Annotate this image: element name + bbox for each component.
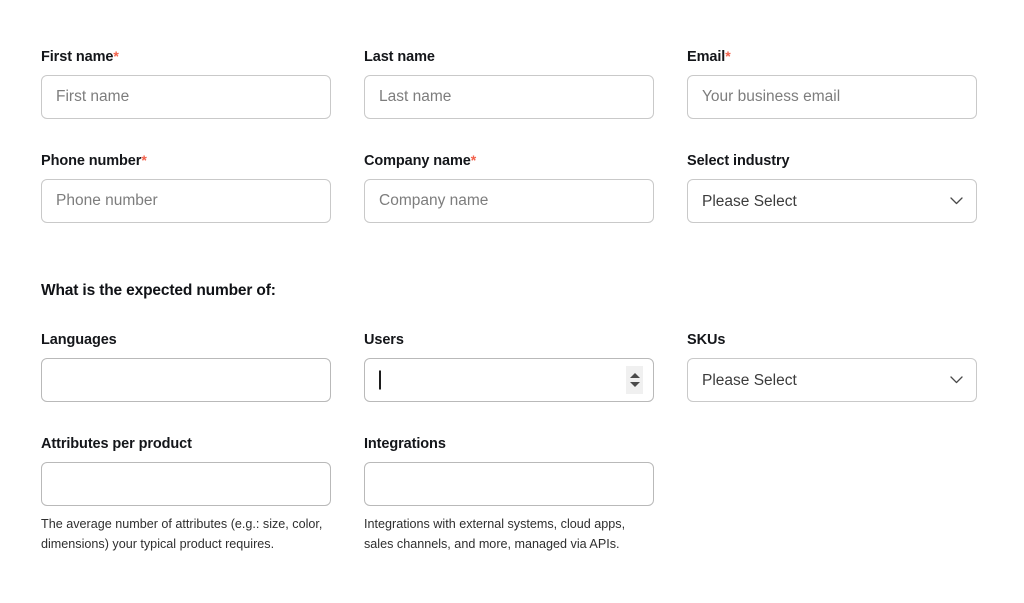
form-row-volumes: Languages Users SKUs Please Select (41, 331, 977, 403)
skus-select[interactable]: Please Select (687, 358, 977, 403)
field-group-integrations: Integrations Integrations with external … (364, 435, 654, 554)
form-row-contact: First name* Last name Email* (41, 48, 977, 120)
triangle-down-icon[interactable] (629, 382, 640, 388)
label-skus: SKUs (687, 331, 977, 349)
label-last-name-text: Last name (364, 49, 435, 65)
triangle-up-icon[interactable] (629, 373, 640, 379)
label-integrations: Integrations (364, 435, 654, 453)
field-group-users: Users (364, 331, 654, 403)
label-industry: Select industry (687, 152, 977, 170)
expected-number-section: What is the expected number of: (41, 282, 641, 301)
last-name-input[interactable] (364, 75, 654, 120)
field-group-first-name: First name* (41, 48, 331, 120)
label-industry-text: Select industry (687, 153, 790, 169)
label-company-name-text: Company name (364, 153, 471, 169)
field-group-skus: SKUs Please Select (687, 331, 977, 403)
users-number-stepper[interactable] (626, 366, 643, 395)
label-users-text: Users (364, 332, 404, 348)
industry-select-wrapper: Please Select (687, 179, 977, 224)
form-row-section-heading: What is the expected number of: (41, 282, 641, 301)
label-languages: Languages (41, 331, 331, 349)
required-asterisk-company-name: * (470, 152, 477, 168)
field-group-languages: Languages (41, 331, 331, 403)
label-skus-text: SKUs (687, 332, 726, 348)
label-first-name-text: First name (41, 49, 114, 65)
label-phone-number-text: Phone number (41, 153, 142, 169)
field-group-last-name: Last name (364, 48, 654, 120)
help-text-integrations: Integrations with external systems, clou… (364, 517, 626, 551)
field-group-phone-number: Phone number* (41, 152, 331, 224)
label-languages-text: Languages (41, 332, 117, 348)
company-name-input[interactable] (364, 179, 654, 224)
attributes-per-product-input[interactable] (41, 462, 331, 507)
label-last-name: Last name (364, 48, 654, 66)
text-cursor-caret (379, 370, 381, 390)
phone-number-input[interactable] (41, 179, 331, 224)
label-attributes-per-product: Attributes per product (41, 435, 331, 453)
field-group-company-name: Company name* (364, 152, 654, 224)
label-phone-number: Phone number* (41, 152, 331, 170)
label-attributes-per-product-text: Attributes per product (41, 436, 192, 452)
section-heading-expected-number: What is the expected number of: (41, 282, 276, 299)
form-row-company: Phone number* Company name* Select indus… (41, 152, 977, 224)
required-asterisk-first-name: * (113, 48, 119, 64)
field-group-email: Email* (687, 48, 977, 120)
label-company-name: Company name* (364, 152, 654, 170)
skus-select-wrapper: Please Select (687, 358, 977, 403)
label-first-name: First name* (41, 48, 331, 66)
required-asterisk-email: * (725, 48, 731, 64)
label-integrations-text: Integrations (364, 436, 446, 452)
integrations-input[interactable] (364, 462, 654, 507)
field-group-industry: Select industry Please Select (687, 152, 977, 224)
languages-input[interactable] (41, 358, 331, 403)
required-asterisk-phone-number: * (141, 152, 147, 168)
label-email-text: Email (687, 49, 726, 65)
help-text-attributes-per-product: The average number of attributes (e.g.: … (41, 517, 323, 551)
users-input[interactable] (364, 358, 654, 403)
field-group-attributes-per-product: Attributes per product The average numbe… (41, 435, 331, 554)
form-row-details: Attributes per product The average numbe… (41, 435, 977, 554)
industry-select[interactable]: Please Select (687, 179, 977, 224)
users-number-wrapper (364, 358, 654, 403)
label-users: Users (364, 331, 654, 349)
email-input[interactable] (687, 75, 977, 120)
label-email: Email* (687, 48, 977, 66)
first-name-input[interactable] (41, 75, 331, 120)
